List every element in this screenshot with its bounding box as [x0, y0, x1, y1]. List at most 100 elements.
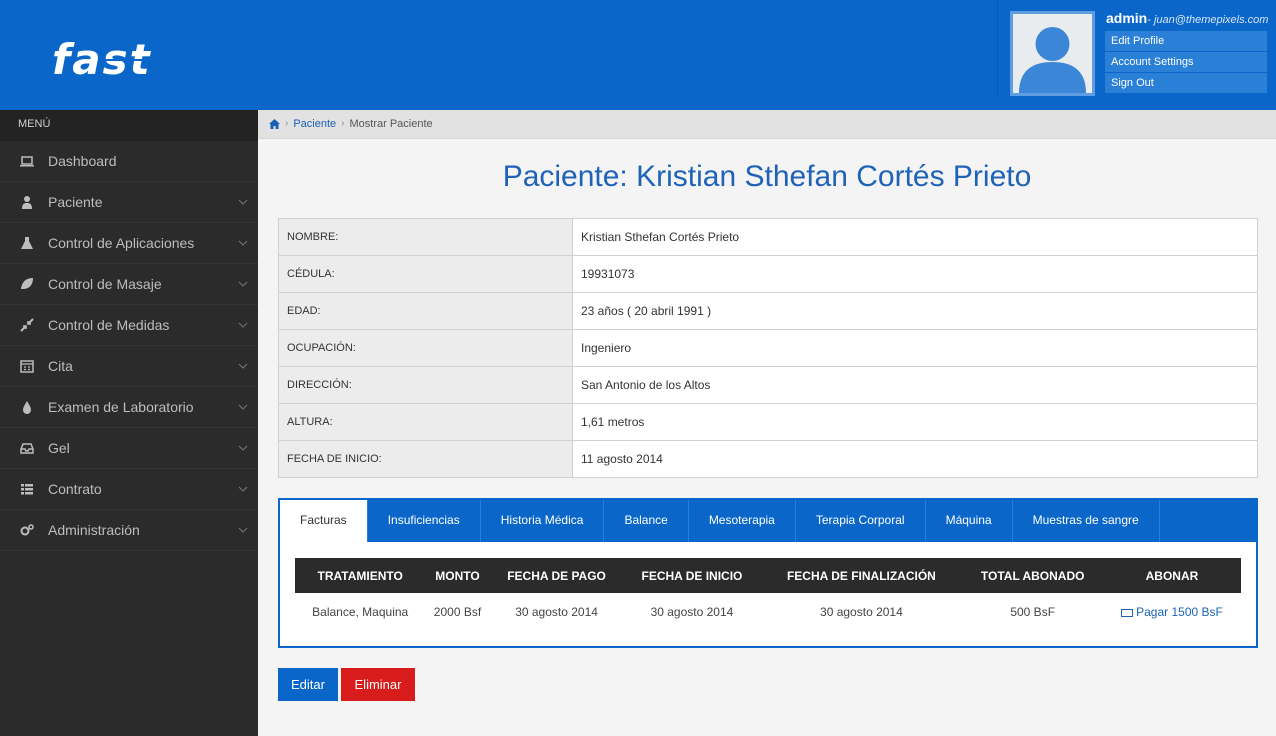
breadcrumb-separator-icon: ›: [285, 118, 289, 129]
chevron-down-icon: [238, 363, 248, 369]
user-silhouette-icon: [1019, 27, 1086, 93]
tab-facturas[interactable]: Facturas: [280, 500, 368, 542]
tab-mesoterapia[interactable]: Mesoterapia: [689, 500, 796, 542]
column-header: FECHA DE PAGO: [489, 558, 624, 593]
tab-terapia-corporal[interactable]: Terapia Corporal: [796, 500, 926, 542]
field-value: San Antonio de los Altos: [572, 366, 1258, 404]
tint-icon: [23, 401, 31, 414]
table-row: OCUPACIÓN: Ingeniero: [278, 329, 1258, 367]
cell-fecha-fin: 30 agosto 2014: [820, 605, 903, 619]
tabs-panel: Facturas Insuficiencias Historia Médica …: [278, 498, 1258, 648]
user-info: admin- juan@themepixels.com: [1106, 10, 1268, 26]
cell-abonar: Pagar 1500 BsF: [1103, 593, 1241, 631]
cell-fecha-pago: 30 agosto 2014: [515, 605, 598, 619]
sidebar-item-examen-laboratorio[interactable]: Examen de Laboratorio: [0, 387, 258, 428]
table-row: Balance, Maquina 2000 Bsf 30 agosto 2014…: [295, 593, 1241, 631]
menu-title: MENÚ: [0, 110, 258, 141]
sidebar-item-dashboard[interactable]: Dashboard: [0, 141, 258, 182]
sidebar-item-label: Gel: [48, 440, 70, 456]
column-header: MONTO: [425, 558, 490, 593]
table-row: NOMBRE: Kristian Sthefan Cortés Prieto: [278, 218, 1258, 256]
sign-out-link[interactable]: Sign Out: [1105, 73, 1267, 93]
inbox-icon: [20, 443, 34, 454]
laptop-icon: [20, 156, 34, 167]
chevron-down-icon: [238, 281, 248, 287]
sidebar-item-administracion[interactable]: Administración: [0, 510, 258, 551]
sidebar-item-label: Contrato: [48, 481, 102, 497]
field-value: Ingeniero: [572, 329, 1258, 367]
chevron-down-icon: [238, 445, 248, 451]
sidebar-item-control-aplicaciones[interactable]: Control de Aplicaciones: [0, 223, 258, 264]
sidebar-item-label: Administración: [48, 522, 140, 538]
field-value: 11 agosto 2014: [572, 440, 1258, 478]
edit-profile-link[interactable]: Edit Profile: [1105, 31, 1267, 51]
home-icon[interactable]: [269, 119, 280, 129]
sidebar-item-label: Control de Masaje: [48, 276, 162, 292]
list-icon: [21, 484, 33, 495]
field-label: CÉDULA:: [278, 255, 573, 293]
field-label: OCUPACIÓN:: [278, 329, 573, 367]
page-title: Paciente: Kristian Sthefan Cortés Prieto: [502, 160, 1032, 193]
table-row: DIRECCIÓN: San Antonio de los Altos: [278, 366, 1258, 404]
user-icon: [22, 196, 32, 209]
field-label: DIRECCIÓN:: [278, 366, 573, 404]
column-header: TOTAL ABONADO: [962, 558, 1103, 593]
sidebar-item-cita[interactable]: Cita: [0, 346, 258, 387]
table-header-row: TRATAMIENTO MONTO FECHA DE PAGO FECHA DE…: [295, 558, 1241, 593]
sidebar-item-control-masaje[interactable]: Control de Masaje: [0, 264, 258, 305]
sidebar-item-label: Paciente: [48, 194, 103, 210]
tab-insuficiencias[interactable]: Insuficiencias: [368, 500, 481, 542]
sidebar-item-paciente[interactable]: Paciente: [0, 182, 258, 223]
avatar[interactable]: [1010, 11, 1095, 96]
patient-info-table: NOMBRE: Kristian Sthefan Cortés Prieto CÉ…: [278, 218, 1258, 478]
table-row: EDAD: 23 años ( 20 abril 1991 ): [278, 292, 1258, 330]
sidebar-item-contrato[interactable]: Contrato: [0, 469, 258, 510]
edit-button[interactable]: Editar: [278, 668, 338, 701]
cell-monto: 2000 Bsf: [433, 605, 482, 619]
tab-historia-medica[interactable]: Historia Médica: [481, 500, 605, 542]
delete-button[interactable]: Eliminar: [341, 668, 415, 701]
sidebar-item-label: Cita: [48, 358, 73, 374]
tab-maquina[interactable]: Máquina: [926, 500, 1013, 542]
user-name: admin: [1106, 10, 1148, 26]
chevron-down-icon: [238, 527, 248, 533]
breadcrumb-separator-icon: ›: [341, 118, 345, 129]
sidebar-item-label: Control de Aplicaciones: [48, 235, 195, 251]
tab-muestras-sangre[interactable]: Muestras de sangre: [1013, 500, 1160, 542]
tab-bar: Facturas Insuficiencias Historia Médica …: [280, 500, 1256, 542]
leaf-icon: [21, 278, 33, 289]
breadcrumb-current: Mostrar Paciente: [349, 118, 433, 130]
user-panel: admin- juan@themepixels.com Edit Profile…: [997, 0, 1276, 97]
top-header: fast admin- juan@themepixels.com Edit Pr…: [0, 0, 1276, 110]
tab-balance[interactable]: Balance: [604, 500, 689, 542]
field-value: Kristian Sthefan Cortés Prieto: [572, 218, 1258, 256]
table-row: CÉDULA: 19931073: [278, 255, 1258, 293]
sidebar-item-label: Control de Medidas: [48, 317, 170, 333]
chevron-down-icon: [238, 486, 248, 492]
pay-link[interactable]: Pagar 1500 BsF: [1121, 605, 1223, 619]
chevron-down-icon: [238, 404, 248, 410]
user-email: - juan@themepixels.com: [1147, 14, 1269, 26]
table-row: ALTURA: 1,61 metros: [278, 403, 1258, 441]
pay-link-label: Pagar 1500 BsF: [1136, 605, 1223, 619]
field-label: EDAD:: [278, 292, 573, 330]
chevron-down-icon: [238, 240, 248, 246]
column-header: FECHA DE FINALIZACIÓN: [760, 558, 963, 593]
cogs-icon: [20, 524, 34, 536]
field-value: 1,61 metros: [572, 403, 1258, 441]
column-header: TRATAMIENTO: [295, 558, 426, 593]
money-icon: [1121, 608, 1134, 617]
field-value: 19931073: [572, 255, 1258, 293]
sidebar-item-gel[interactable]: Gel: [0, 428, 258, 469]
breadcrumb-link-paciente[interactable]: Paciente: [293, 110, 336, 138]
table-row: FECHA DE INICIO: 11 agosto 2014: [278, 440, 1258, 478]
chevron-down-icon: [238, 199, 248, 205]
column-header: FECHA DE INICIO: [623, 558, 761, 593]
sidebar-item-label: Examen de Laboratorio: [48, 399, 194, 415]
sidebar-item-control-medidas[interactable]: Control de Medidas: [0, 305, 258, 346]
cell-total: 500 BsF: [1010, 605, 1056, 619]
flask-icon: [21, 237, 33, 249]
account-settings-link[interactable]: Account Settings: [1105, 52, 1267, 72]
field-label: NOMBRE:: [278, 218, 573, 256]
fast-logo[interactable]: fast: [50, 38, 210, 82]
